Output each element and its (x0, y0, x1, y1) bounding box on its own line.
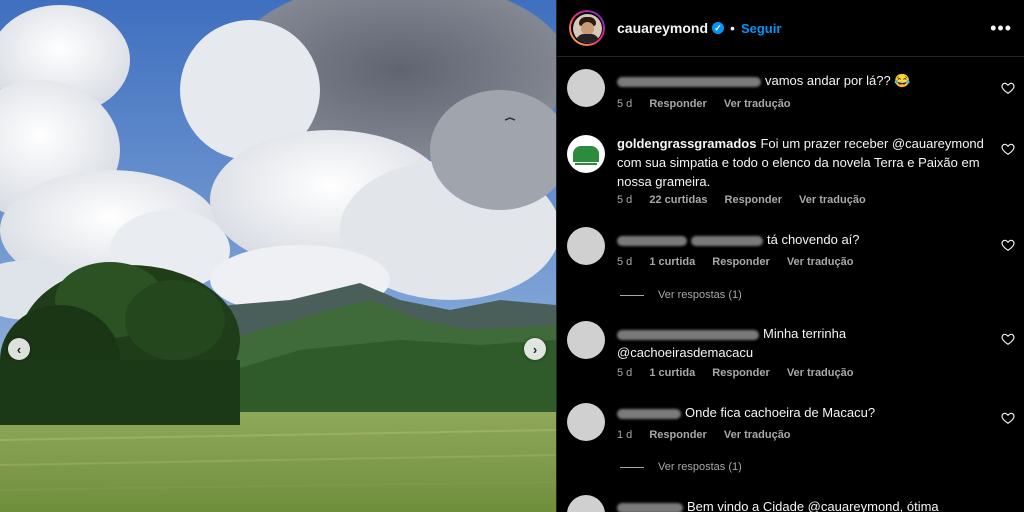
likes-count[interactable]: 1 curtida (649, 367, 695, 379)
comment-time: 5 d (617, 98, 633, 110)
post-header: cauareymond ✓ • Seguir ••• (557, 0, 1024, 57)
commenter-avatar[interactable] (567, 135, 605, 173)
comment-text: Onde fica cachoeira de Macacu? (685, 405, 876, 420)
comment-meta: 5 d 22 curtidas Responder Ver tradução (617, 194, 880, 206)
landscape-image (0, 0, 556, 512)
blurred-username (617, 408, 681, 419)
commenter-avatar[interactable] (567, 321, 605, 359)
view-replies-button[interactable]: Ver respostas (1) (620, 461, 742, 473)
comment-meta: 5 d 1 curtida Responder Ver tradução (617, 256, 867, 268)
brand-logo-icon (573, 146, 599, 165)
commenter-avatar[interactable] (567, 403, 605, 441)
commenter-avatar[interactable] (567, 69, 605, 107)
reply-button[interactable]: Responder (725, 194, 782, 206)
blurred-mention (691, 235, 763, 246)
comment-text: vamos andar por lá?? 😂 (765, 73, 911, 88)
like-heart-icon[interactable] (1001, 411, 1015, 425)
verified-badge-icon: ✓ (712, 22, 725, 34)
post-view: ‹ › cauareymond ✓ • Seguir ••• vamos and… (0, 0, 1024, 512)
comment-time: 5 d (617, 256, 633, 268)
comment-text: Bem vindo a Cidade @cauareymond, ótima (687, 499, 939, 512)
comment-time: 5 d (617, 367, 633, 379)
likes-count[interactable]: 1 curtida (649, 256, 695, 268)
previous-photo-button[interactable]: ‹ (8, 338, 30, 360)
separator-dot: • (730, 20, 735, 36)
post-photo: ‹ › (0, 0, 556, 512)
likes-count[interactable]: 22 curtidas (649, 194, 707, 206)
author-username[interactable]: cauareymond (617, 20, 708, 36)
follow-button[interactable]: Seguir (741, 21, 781, 36)
comment-time: 5 d (617, 194, 633, 206)
like-heart-icon[interactable] (1001, 81, 1015, 95)
comment-time: 1 d (617, 429, 633, 441)
see-translation-button[interactable]: Ver tradução (724, 429, 791, 441)
blurred-username (617, 502, 683, 512)
blurred-username (617, 76, 761, 87)
reply-button[interactable]: Responder (649, 98, 706, 110)
comment-username[interactable]: goldengrassgramados (617, 136, 756, 151)
reply-button[interactable]: Responder (712, 367, 769, 379)
like-heart-icon[interactable] (1001, 332, 1015, 346)
like-heart-icon[interactable] (1001, 238, 1015, 252)
commenter-avatar[interactable] (567, 227, 605, 265)
reply-button[interactable]: Responder (712, 256, 769, 268)
comment-meta: 5 d 1 curtida Responder Ver tradução (617, 367, 867, 379)
comment-meta: 1 d Responder Ver tradução (617, 429, 805, 441)
comment-meta: 5 d Responder Ver tradução (617, 98, 805, 110)
next-photo-button[interactable]: › (524, 338, 546, 360)
commenter-avatar[interactable] (567, 495, 605, 512)
view-replies-button[interactable]: Ver respostas (1) (620, 289, 742, 301)
see-translation-button[interactable]: Ver tradução (787, 367, 854, 379)
blurred-username (617, 235, 687, 246)
see-translation-button[interactable]: Ver tradução (787, 256, 854, 268)
author-avatar[interactable] (569, 10, 605, 46)
reply-button[interactable]: Responder (649, 429, 706, 441)
comments-panel: cauareymond ✓ • Seguir ••• vamos andar p… (556, 0, 1024, 512)
blurred-username (617, 329, 759, 340)
more-options-icon[interactable]: ••• (990, 18, 1012, 39)
like-heart-icon[interactable] (1001, 142, 1015, 156)
see-translation-button[interactable]: Ver tradução (724, 98, 791, 110)
comment-text: tá chovendo aí? (767, 232, 860, 247)
see-translation-button[interactable]: Ver tradução (799, 194, 866, 206)
